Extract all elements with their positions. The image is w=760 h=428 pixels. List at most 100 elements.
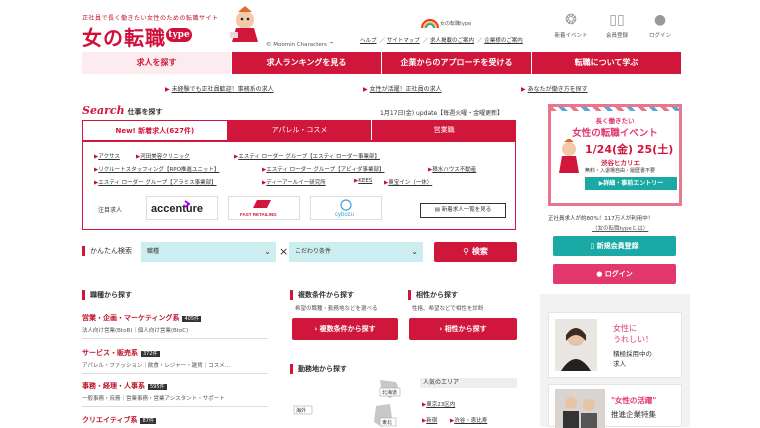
times-separator: × [279,245,289,258]
help-link[interactable]: ヘルプ [360,38,377,44]
chat-icon: ❂ [565,12,577,28]
event-banner[interactable]: 長く働きたい 女性の転職イベント 1/24(金) 25(土) 渋谷ヒカリエ 無料… [548,104,682,206]
category-sales-marketing[interactable]: 営業・企画・マーケティング系 405件 [82,313,201,323]
register-button[interactable]: ▯ 新規会員登録 [553,236,676,256]
job-posting-link[interactable]: 求人掲載のご案内 [430,38,474,44]
by-conditions-button[interactable]: › 複数条件から探す [292,318,398,340]
map-label-overseas: 海外 [296,407,306,414]
promo-banner-women[interactable]: 女性に うれしい！ 積極採用中の 求人 [548,312,682,378]
job-link[interactable]: ▶河田美容クリニック [136,152,190,160]
alert-link-1[interactable]: ▶ 未経験でも正社員歓迎！事務系の求人 [165,84,274,93]
woman-photo [555,319,597,371]
badge-text: 女の転職type [440,20,471,27]
category-office-hr[interactable]: 事務・経理・人事系 595件 [82,381,167,391]
arrow-icon: ▶ [521,86,526,93]
promo-banner-active-women[interactable]: "女性の活躍" 推進企業特集 [548,384,682,428]
event-header-label: 新着イベント [554,33,588,39]
little-my-icon [559,139,579,173]
all-new-jobs-button[interactable]: ▤ 新着求人一覧を見る [420,203,506,218]
easy-search-label: かんたん検索 [82,246,132,256]
event-line1: 長く働きたい [595,117,635,125]
site-logo[interactable]: 女の転職 [82,22,166,51]
alert-link-2[interactable]: ▶ 女性が活躍！正社員の求人 [363,84,442,93]
job-link[interactable]: ▶東宝イン（一休） [384,178,432,186]
job-link[interactable]: ▶アクサス [94,152,120,160]
category-sub[interactable]: 一般事務・庶務｜営業事務・営業アシスタント・サポート [82,394,225,402]
event-entry-button[interactable]: ▶詳細・事前エントリー [585,177,677,190]
rainbow-badge-icon: 女の転職type [421,19,471,29]
tab-sales[interactable]: 営業職 [372,120,518,140]
search-button[interactable]: ⚲ 検索 [434,242,517,262]
accenture-text: accenture [151,203,203,215]
featured-label: 注目求人 [98,207,123,214]
update-text: 1月17日(金) update【毎週火曜・金曜更新】 [380,110,504,117]
event-header-link[interactable]: ❂ 新着イベント [552,12,590,39]
nav-learn[interactable]: 転職について学ぶ [532,52,682,74]
event-note: 無料・入退場自由・履歴書不要 [585,168,656,174]
nav-job-ranking[interactable]: 求人ランキングを見る [232,52,382,74]
promo1-line2: うれしい！ [613,335,653,344]
copyright-text: © Moomin Characters ™ [266,42,335,48]
chevron-down-icon: ⌄ [411,247,418,256]
area-link-tokyo[interactable]: ▶東京23区内 [422,400,455,408]
login-header-link[interactable]: ● ログイン [641,12,679,39]
promo2-line2: 推進企業特集 [611,410,656,419]
about-link[interactable]: （女の転職typeとは） [592,224,648,232]
event-date: 1/24(金) 25(土) [585,143,674,156]
area-link-shibuya[interactable]: ▶渋谷・恵比寿 [450,416,487,424]
search-heading: Search 仕事を探す [82,104,163,117]
nav-find-jobs[interactable]: 求人を探す [82,52,232,74]
category-creative[interactable]: クリエイティブ系 87件 [82,415,156,425]
by-compat-desc: 性格、希望などで相性を診断 [412,306,484,312]
chevron-down-icon: ⌄ [264,247,271,256]
fast-retailing-logo[interactable]: FAST RETAILING [228,196,300,220]
search-icon: ⚲ [463,247,472,256]
arrow-icon: ▶ [165,86,170,93]
cybozu-logo[interactable]: cybozu [310,196,382,220]
map-label-hokkaido: 北海道 [382,389,397,396]
nav-company-approach[interactable]: 企業からのアプローチを受ける [382,52,532,74]
map-label-tohoku: 東北 [382,419,392,426]
job-type-select[interactable]: 職種 ⌄ [141,242,276,262]
search-title-jp: 仕事を探す [127,108,163,116]
event-line2: 女性の転職イベント [572,128,658,139]
accenture-logo[interactable]: accenture [146,196,218,220]
tab-apparel-cosme[interactable]: アパレル・コスメ [227,120,373,140]
category-service-retail[interactable]: サービス・販売系 372件 [82,348,160,358]
by-compat-heading: 相性から探す [408,290,458,300]
register-header-label: 会員登録 [605,33,628,39]
job-link[interactable]: ▶積水ハウス不動産 [428,165,476,173]
by-job-heading: 職種から探す [82,290,132,300]
by-compat-button[interactable]: › 相性から探す [409,318,517,340]
event-venue: 渋谷ヒカリエ [601,159,640,167]
banner-stripe [551,107,679,111]
divider [82,338,268,339]
job-link[interactable]: ▶エスティ ローダー グループ【アラミス事業部】 [94,178,217,186]
company-info-link[interactable]: 企業様のご案内 [484,38,523,44]
job-link[interactable]: ▶リクルートスタッフィング【RPO推進ユニット】 [94,165,219,173]
promo2-line1: "女性の活躍" [611,396,657,405]
by-conditions-heading: 複数条件から探す [290,290,354,300]
member-count-text: 正社員求人が約80%！117万人が利用中！ [548,216,654,222]
tab-new-jobs[interactable]: New! 新着求人(627件) [82,120,228,140]
alert-link-3[interactable]: ▶ あなたが働き方を探す [521,84,588,93]
login-button[interactable]: ● ログイン [553,264,676,284]
main-nav: 求人を探す 求人ランキングを見る 企業からのアプローチを受ける 転職について学ぶ [82,52,682,74]
logo-type-badge: type [166,28,192,42]
category-sub[interactable]: アパレル・ファッション｜飲食・レジャー・雑貨｜コスメ… [82,361,230,369]
person-icon: ● [596,270,605,278]
promo1-line4: 求人 [613,360,626,368]
category-sub[interactable]: 法人向け営業(BtoB)｜個人向け営業(BtoC) [82,326,188,334]
login-header-label: ログイン [648,33,671,39]
sitemap-link[interactable]: サイトマップ [387,38,420,44]
job-link[interactable]: ▶エスティ ローダー グループ【アビィダ事業部】 [262,165,384,173]
condition-select[interactable]: こだわり条件 ⌄ [289,242,423,262]
by-conditions-desc: 希望の職種・勤務地などを選べる [295,306,378,312]
register-header-link[interactable]: ▯▯ 会員登録 [598,12,636,39]
japan-map[interactable]: 北海道 海外 東北 [292,378,412,427]
job-link[interactable]: ▶エスティ ローダー グループ【エスティ ローダー事業部】 [234,152,380,160]
job-link[interactable]: ▶KEES [354,178,372,184]
job-link[interactable]: ▶ディーアールイー研究所 [262,178,326,186]
area-link-shinjuku[interactable]: ▶新宿 [422,416,437,424]
promo1-line3: 積極採用中の [613,350,652,358]
